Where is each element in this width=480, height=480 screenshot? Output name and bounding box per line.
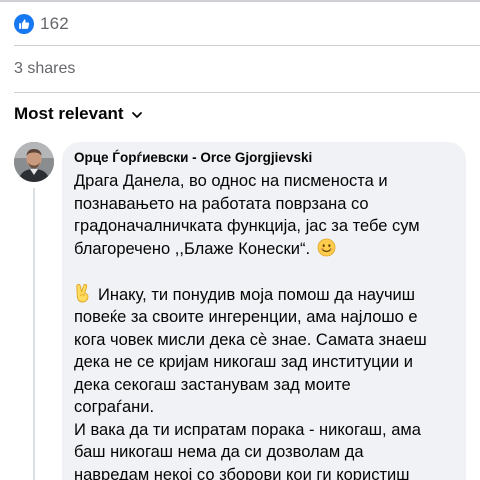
comment-text: Драга Данела, во однос на писменоста и п… — [74, 170, 458, 480]
avatar[interactable] — [14, 142, 54, 182]
comments-section: 162 3 shares Most relevant Орце Ѓорѓиевс… — [0, 0, 480, 480]
comment-line: Драга Данела, во однос на писменоста и — [74, 172, 388, 190]
comment-line: благоречено ,,Блаже Конески“. — [74, 239, 311, 258]
sort-comments-button[interactable]: Most relevant — [14, 102, 143, 126]
comment-bubble: Орце Ѓорѓиевски - Orce Gjorgjievski Драг… — [62, 142, 466, 480]
comment-author[interactable]: Орце Ѓорѓиевски - Orce Gjorgjievski — [74, 150, 312, 165]
comment-line: дека не се кријам никогаш зад институции… — [74, 353, 413, 371]
like-icon — [14, 14, 34, 34]
comment-line: повеќе за своите ингеренции, ама најлошо… — [74, 308, 418, 326]
comment-line: навредам некој со зборови кои ги користи… — [74, 465, 410, 480]
reaction-count: 162 — [40, 14, 69, 33]
comment-line: баш никогаш нема да си дозволам да — [74, 443, 364, 461]
comment-line: И вака да ти испратам порака - никогаш, … — [74, 420, 421, 439]
comment-line: дека секогаш застанувам зад моите — [74, 375, 351, 394]
comment-line-with-emoji: благоречено ,,Блаже Конески“. — [74, 238, 458, 261]
comment-line: кога човек мисли дека сѐ знае. Самата зн… — [74, 330, 427, 349]
divider — [14, 92, 480, 93]
comment-line: Инаку, ти понудив моја помош да научиш — [98, 285, 415, 304]
chevron-down-icon — [131, 112, 142, 118]
sort-label: Most relevant — [14, 104, 124, 123]
divider — [14, 45, 480, 46]
smiling-face-emoji — [317, 238, 336, 256]
top-divider — [0, 0, 480, 2]
shares-count[interactable]: 3 shares — [14, 60, 75, 78]
comment-line-with-emoji: Инаку, ти понудив моја помош да научиш — [74, 283, 458, 307]
comment-line: сограѓани. — [74, 398, 155, 416]
reply-thread-line — [33, 188, 35, 480]
comment-blank-line — [74, 260, 458, 283]
reaction-summary[interactable]: 162 — [14, 13, 69, 35]
comment-line: градоначалничката функција, јас за тебе … — [74, 217, 420, 235]
victory-hand-emoji — [76, 283, 89, 302]
comment-line: познавањето на работата поврзана со — [74, 194, 369, 213]
